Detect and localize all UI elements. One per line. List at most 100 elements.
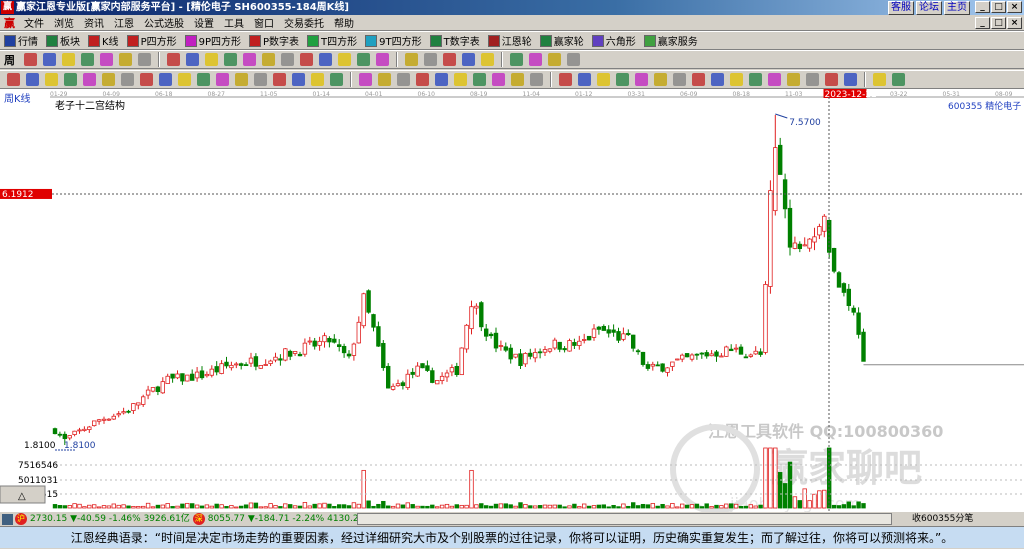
menu-news[interactable]: 资讯 [79,15,109,30]
menu-gann[interactable]: 江恩 [109,15,139,30]
tool-icon[interactable] [83,73,96,86]
tool-icon[interactable] [254,73,267,86]
tool-icon[interactable] [673,73,686,86]
toolbar-button-4[interactable]: 9P四方形 [184,33,241,48]
toolbar-button-3[interactable]: P四方形 [126,33,177,48]
tool-icon[interactable] [654,73,667,86]
tool-icon[interactable] [159,73,172,86]
tool-icon[interactable] [357,53,370,66]
tool-icon[interactable] [462,53,475,66]
menu-formula[interactable]: 公式选股 [139,15,189,30]
tool-icon[interactable] [692,73,705,86]
tool-icon[interactable] [730,73,743,86]
tool-icon[interactable] [511,73,524,86]
tool-icon[interactable] [121,73,134,86]
tool-icon[interactable] [492,73,505,86]
tool-icon[interactable] [405,53,418,66]
tool-icon[interactable] [281,53,294,66]
horizontal-scrollbar[interactable] [357,513,892,525]
tool-icon[interactable] [235,73,248,86]
tool-icon[interactable] [376,53,389,66]
kline-chart[interactable]: 周K线 01-29 04-09 06-18 08-27 11-05 01-14 04-01 06… [0,89,1024,512]
tool-icon[interactable] [330,73,343,86]
toolbar-button-11[interactable]: 六角形 [591,33,636,48]
tool-icon[interactable] [64,73,77,86]
tool-icon[interactable] [243,53,256,66]
tool-icon[interactable] [481,53,494,66]
chart-canvas[interactable]: 周K线 01-29 04-09 06-18 08-27 11-05 01-14 04-01 06… [0,89,1024,512]
menu-browse[interactable]: 浏览 [49,15,79,30]
tool-icon[interactable] [510,53,523,66]
tool-icon[interactable] [45,73,58,86]
calculator-icon[interactable] [2,513,13,525]
toolbar-button-9[interactable]: 江恩轮 [487,33,532,48]
tool-icon[interactable] [224,53,237,66]
tool-icon[interactable] [416,73,429,86]
toolbar-button-8[interactable]: T数字表 [429,33,480,48]
tool-icon[interactable] [454,73,467,86]
child-maximize-button[interactable]: □ [991,17,1006,29]
link-forum[interactable]: 论坛 [916,1,942,15]
tool-icon[interactable] [262,53,275,66]
sh-index-icon[interactable]: 沪 [15,513,27,525]
tool-icon[interactable] [7,73,20,86]
tool-icon[interactable] [167,53,180,66]
tool-icon[interactable] [548,53,561,66]
tool-icon[interactable] [100,53,113,66]
tool-icon[interactable] [43,53,56,66]
menu-window[interactable]: 窗口 [249,15,279,30]
tool-icon[interactable] [616,73,629,86]
maximize-button[interactable]: □ [991,1,1006,13]
child-close-button[interactable]: × [1007,17,1022,29]
sz-index-icon[interactable]: 深 [192,513,205,525]
tool-icon[interactable] [300,53,313,66]
child-minimize-button[interactable]: _ [975,17,990,29]
tool-icon[interactable] [768,73,781,86]
toolbar-button-2[interactable]: K线 [88,33,119,48]
tool-icon[interactable] [844,73,857,86]
tool-icon[interactable] [138,53,151,66]
tool-icon[interactable] [559,73,572,86]
toolbar-button-5[interactable]: P数字表 [249,33,299,48]
tool-icon[interactable] [473,73,486,86]
link-service[interactable]: 客服 [888,1,914,15]
menu-trade[interactable]: 交易委托 [279,15,329,30]
tool-icon[interactable] [178,73,191,86]
tool-icon[interactable] [597,73,610,86]
menu-tools[interactable]: 工具 [219,15,249,30]
tool-icon[interactable] [119,53,132,66]
tool-icon[interactable] [359,73,372,86]
tool-icon[interactable] [787,73,800,86]
tool-icon[interactable] [140,73,153,86]
minimize-button[interactable]: _ [975,1,990,13]
toolbar-button-7[interactable]: 9T四方形 [365,33,422,48]
tool-icon[interactable] [186,53,199,66]
tool-icon[interactable] [567,53,580,66]
menu-help[interactable]: 帮助 [329,15,359,30]
tool-icon[interactable] [530,73,543,86]
period-selector[interactable]: 周 [4,52,15,68]
tool-icon[interactable] [292,73,305,86]
tool-icon[interactable] [443,53,456,66]
toolbar-button-12[interactable]: 赢家服务 [643,33,698,48]
tool-icon[interactable] [711,73,724,86]
tool-icon[interactable] [424,53,437,66]
tool-icon[interactable] [102,73,115,86]
tool-icon[interactable] [81,53,94,66]
tool-icon[interactable] [311,73,324,86]
tick-data-link[interactable]: 收600355分笔 [912,512,973,526]
tool-icon[interactable] [62,53,75,66]
tool-icon[interactable] [749,73,762,86]
close-button[interactable]: × [1007,1,1022,13]
tool-icon[interactable] [529,53,542,66]
toolbar-button-1[interactable]: 板块 [46,33,80,48]
tool-icon[interactable] [892,73,905,86]
tool-icon[interactable] [273,73,286,86]
tool-icon[interactable] [825,73,838,86]
tool-icon[interactable] [378,73,391,86]
toolbar-button-0[interactable]: 行情 [4,33,38,48]
tool-icon[interactable] [205,53,218,66]
tool-icon[interactable] [578,73,591,86]
tool-icon[interactable] [397,73,410,86]
tool-icon[interactable] [216,73,229,86]
